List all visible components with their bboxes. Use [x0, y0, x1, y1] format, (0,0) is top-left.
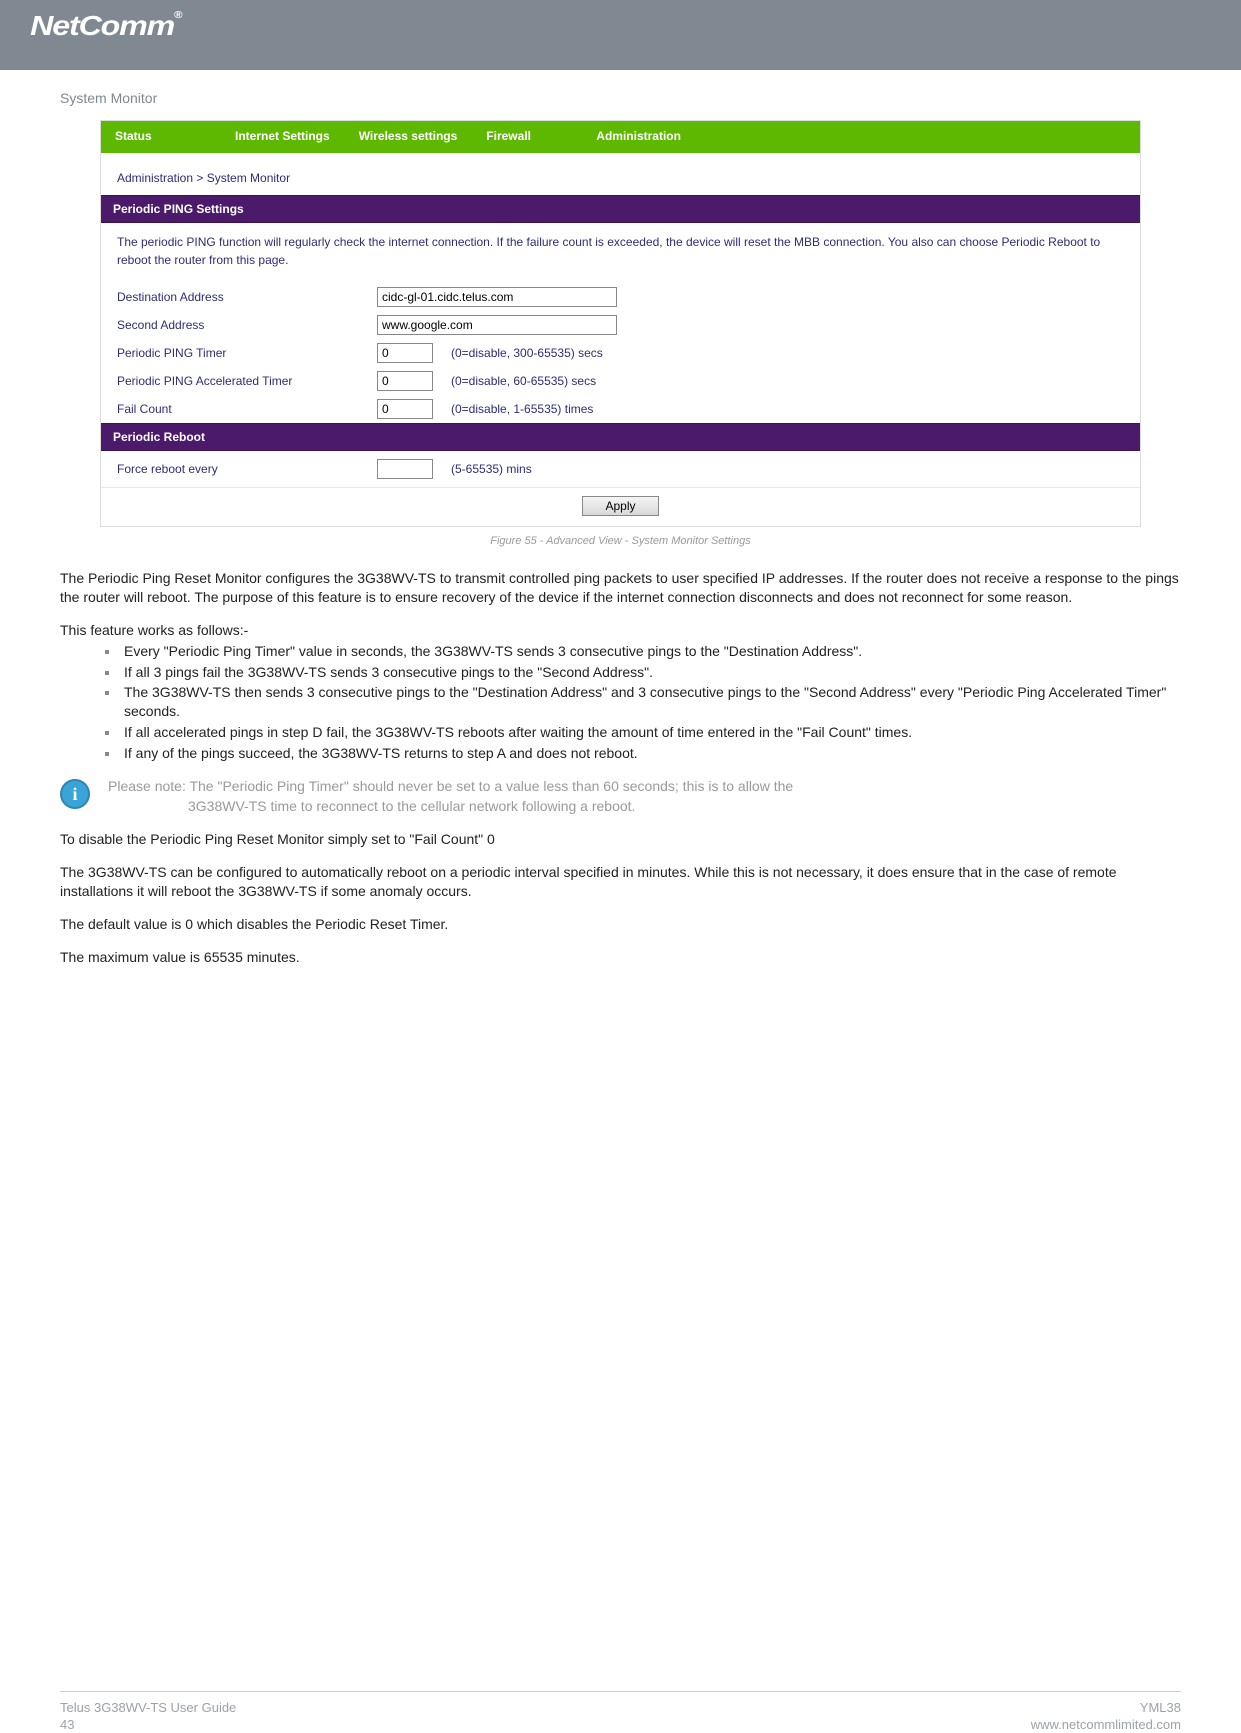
second-address-label: Second Address — [117, 318, 377, 332]
tab-spacer — [702, 121, 1140, 153]
ping-accel-timer-hint: (0=disable, 60-65535) secs — [451, 374, 596, 388]
destination-address-input[interactable] — [377, 287, 617, 307]
ping-accel-timer-label: Periodic PING Accelerated Timer — [117, 374, 377, 388]
ping-timer-label: Periodic PING Timer — [117, 346, 377, 360]
footer-right: YML38 www.netcommlimited.com — [1031, 1700, 1181, 1733]
ping-timer-input[interactable] — [377, 343, 433, 363]
ping-timer-hint: (0=disable, 300-65535) secs — [451, 346, 603, 360]
apply-row: Apply — [101, 487, 1140, 526]
feature-bullet-list: Every "Periodic Ping Timer" value in sec… — [120, 642, 1181, 763]
top-banner: NetComm® — [0, 0, 1241, 70]
row-second-address: Second Address — [101, 311, 1140, 339]
admin-panel: Status Internet Settings Wireless settin… — [100, 120, 1141, 527]
body-p5: The default value is 0 which disables th… — [60, 915, 1181, 934]
list-item: If all 3 pings fail the 3G38WV-TS sends … — [120, 663, 1181, 682]
page-content: System Monitor Status Internet Settings … — [0, 70, 1241, 1021]
fail-count-label: Fail Count — [117, 402, 377, 416]
row-ping-accel-timer: Periodic PING Accelerated Timer (0=disab… — [101, 367, 1140, 395]
periodic-reboot-header: Periodic Reboot — [101, 423, 1140, 451]
tab-status[interactable]: Status — [101, 121, 221, 153]
info-icon: i — [60, 779, 90, 809]
figure-caption: Figure 55 - Advanced View - System Monit… — [60, 535, 1181, 547]
list-item: The 3G38WV-TS then sends 3 consecutive p… — [120, 683, 1181, 721]
body-p1: The Periodic Ping Reset Monitor configur… — [60, 569, 1181, 607]
second-address-input[interactable] — [377, 315, 617, 335]
force-reboot-label: Force reboot every — [117, 462, 377, 476]
apply-button[interactable]: Apply — [582, 496, 658, 516]
body-p6: The maximum value is 65535 minutes. — [60, 948, 1181, 967]
tab-administration[interactable]: Administration — [582, 121, 702, 153]
page-footer: Telus 3G38WV-TS User Guide 43 YML38 www.… — [60, 1691, 1181, 1733]
tab-wireless-settings[interactable]: Wireless settings — [345, 121, 473, 153]
note-block: i Please note: The "Periodic Ping Timer"… — [60, 777, 1181, 816]
fail-count-input[interactable] — [377, 399, 433, 419]
force-reboot-hint: (5-65535) mins — [451, 462, 532, 476]
force-reboot-input[interactable] — [377, 459, 433, 479]
periodic-ping-header: Periodic PING Settings — [101, 195, 1140, 223]
list-item: If all accelerated pings in step D fail,… — [120, 723, 1181, 742]
breadcrumb: Administration > System Monitor — [101, 153, 1140, 195]
body-p2: This feature works as follows:- — [60, 621, 1181, 640]
row-force-reboot: Force reboot every (5-65535) mins — [101, 451, 1140, 487]
body-p3: To disable the Periodic Ping Reset Monit… — [60, 830, 1181, 849]
fail-count-hint: (0=disable, 1-65535) times — [451, 402, 593, 416]
list-item: Every "Periodic Ping Timer" value in sec… — [120, 642, 1181, 661]
periodic-ping-description: The periodic PING function will regularl… — [101, 223, 1140, 283]
logo: NetComm® — [30, 10, 181, 42]
row-ping-timer: Periodic PING Timer (0=disable, 300-6553… — [101, 339, 1140, 367]
tab-firewall[interactable]: Firewall — [472, 121, 582, 153]
body-p4: The 3G38WV-TS can be configured to autom… — [60, 863, 1181, 901]
ping-accel-timer-input[interactable] — [377, 371, 433, 391]
tab-bar: Status Internet Settings Wireless settin… — [101, 121, 1140, 153]
list-item: If any of the pings succeed, the 3G38WV-… — [120, 744, 1181, 763]
footer-left: Telus 3G38WV-TS User Guide 43 — [60, 1700, 236, 1733]
destination-address-label: Destination Address — [117, 290, 377, 304]
row-destination-address: Destination Address — [101, 283, 1140, 311]
section-title: System Monitor — [60, 90, 1181, 106]
row-fail-count: Fail Count (0=disable, 1-65535) times — [101, 395, 1140, 423]
tab-internet-settings[interactable]: Internet Settings — [221, 121, 345, 153]
note-text: Please note: The "Periodic Ping Timer" s… — [108, 777, 793, 816]
